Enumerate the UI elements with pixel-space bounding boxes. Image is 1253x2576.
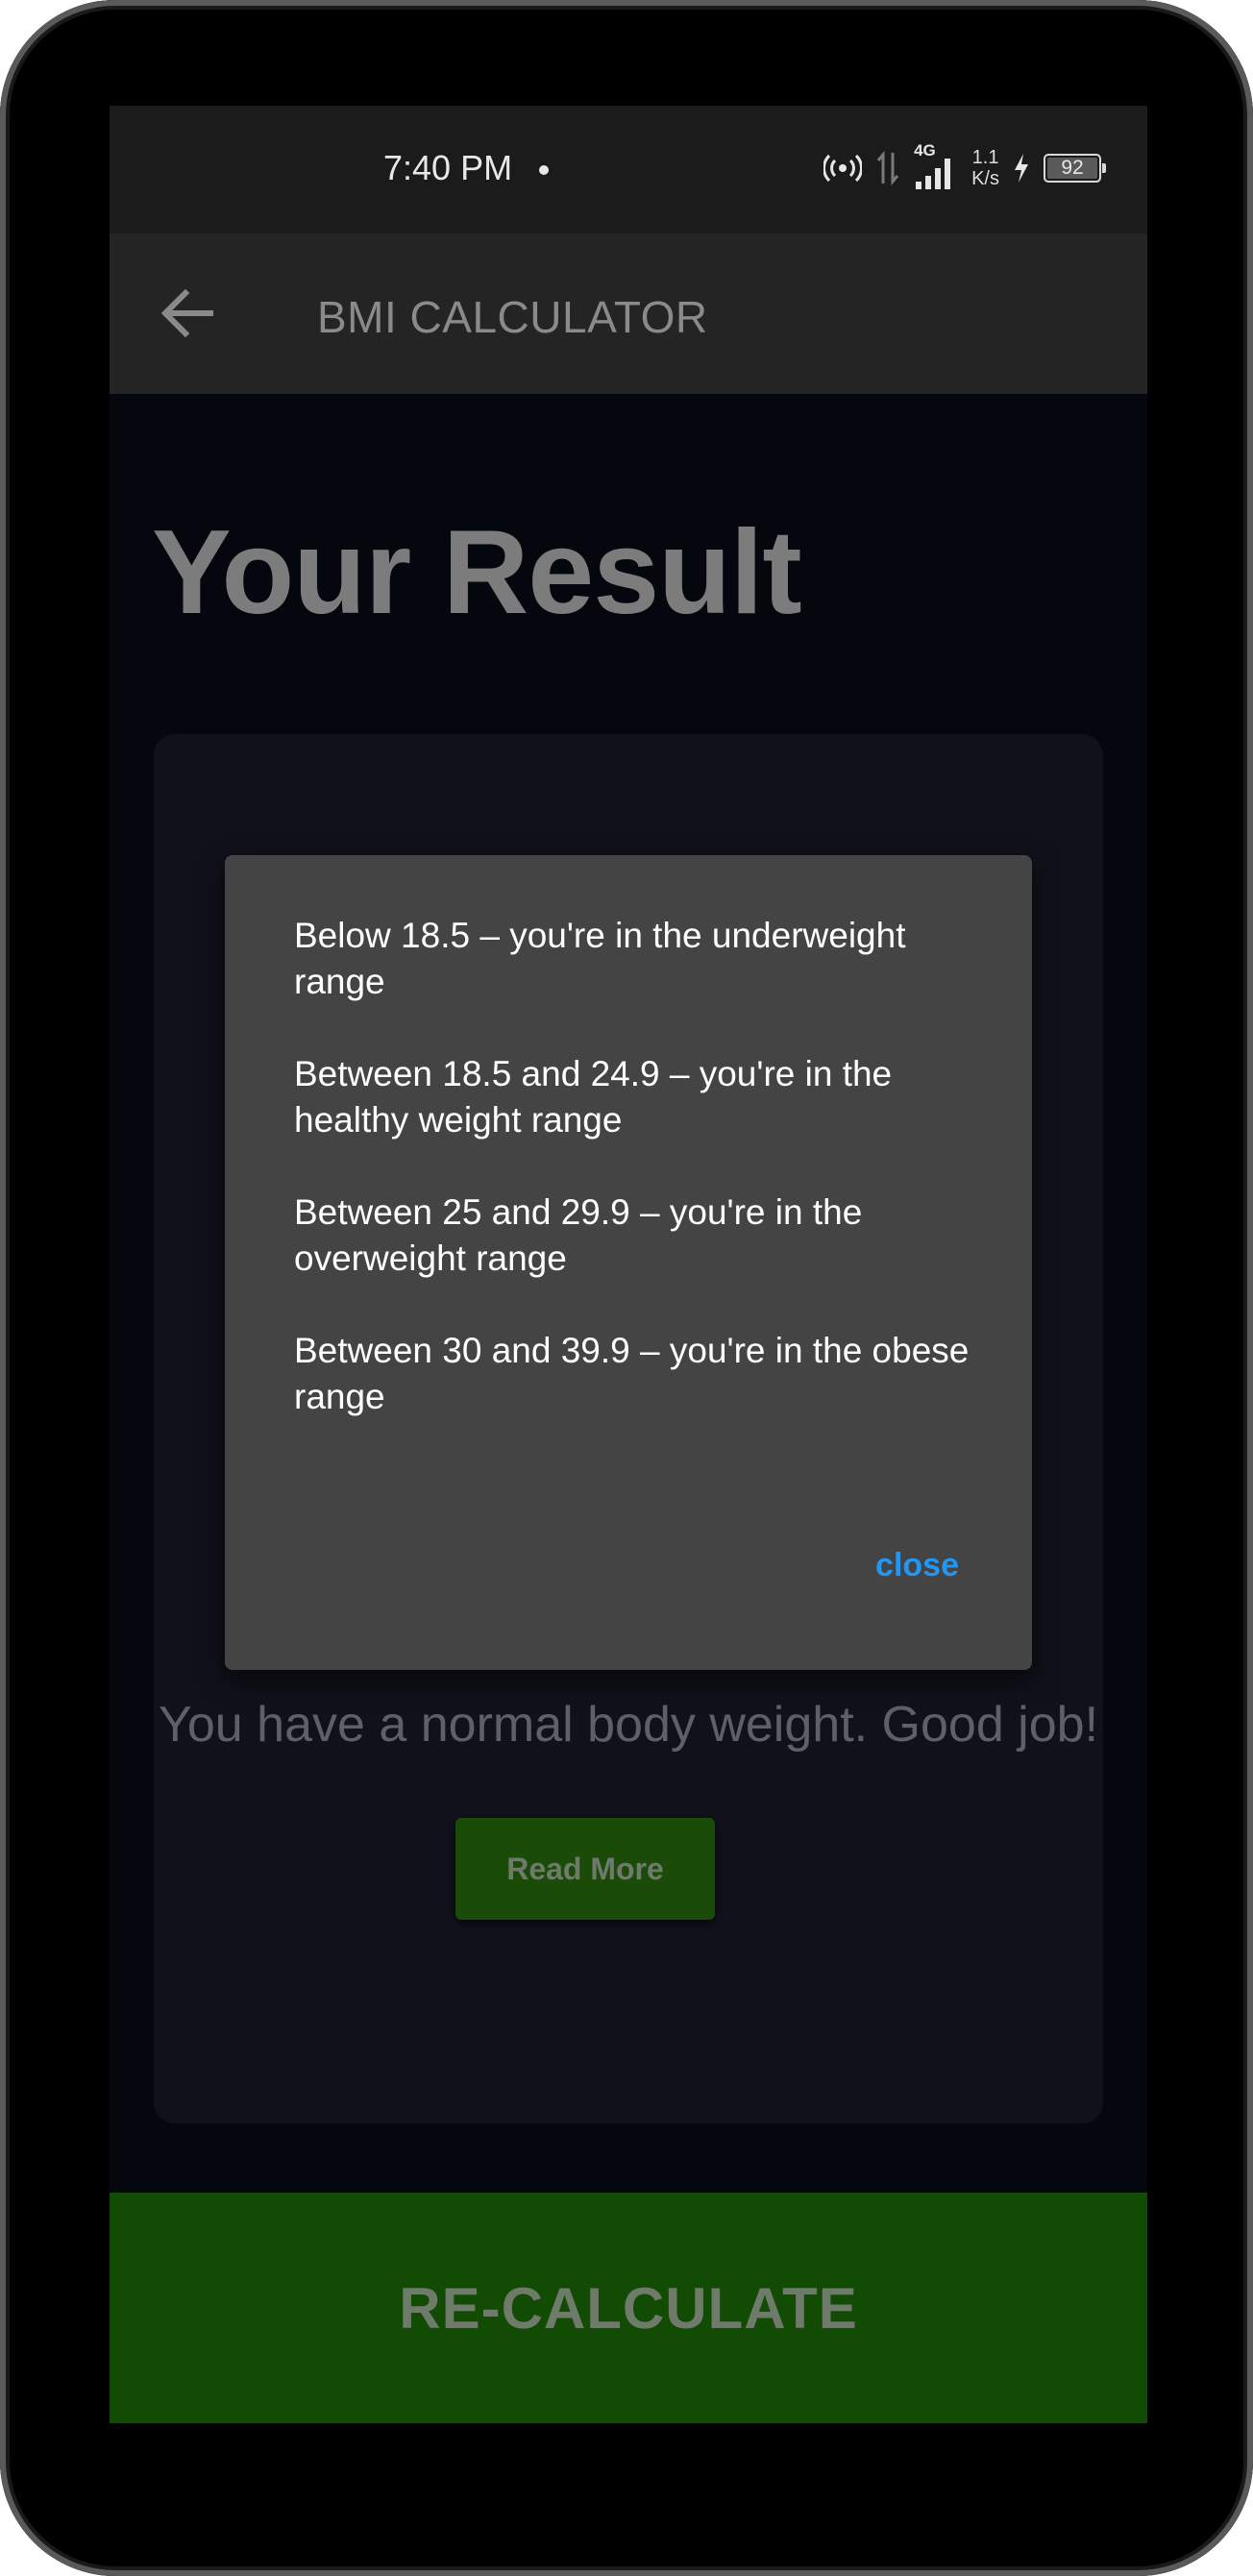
result-message: You have a normal body weight. Good job! bbox=[158, 1697, 1099, 1753]
close-button[interactable]: close bbox=[875, 1547, 959, 1584]
range-item-underweight: Below 18.5 – you're in the underweight r… bbox=[294, 916, 906, 1001]
range-item-overweight: Between 25 and 29.9 – you're in the over… bbox=[294, 1192, 863, 1278]
status-bar: 7:40 PM 4G 1.1 K/s 92 bbox=[110, 106, 1147, 233]
app-bar: BMI CALCULATOR bbox=[110, 233, 1147, 394]
status-icons: 4G 1.1 K/s 92 bbox=[823, 141, 1106, 192]
network-type: 4G bbox=[914, 141, 936, 159]
screen: 7:40 PM 4G 1.1 K/s 92 BMI CALCULATOR You… bbox=[110, 106, 1147, 2423]
signal-icon bbox=[916, 159, 958, 189]
page-title: Your Result bbox=[152, 506, 802, 639]
app-title: BMI CALCULATOR bbox=[317, 292, 708, 342]
back-arrow-icon bbox=[161, 289, 213, 337]
net-speed-value: 1.1 bbox=[971, 147, 999, 168]
battery-level: 92 bbox=[1061, 157, 1084, 179]
net-speed: 1.1 K/s bbox=[971, 147, 999, 189]
battery-icon: 92 bbox=[1044, 154, 1106, 183]
notification-dot bbox=[539, 165, 549, 175]
back-button[interactable] bbox=[156, 282, 219, 345]
status-time: 7:40 PM bbox=[383, 148, 513, 187]
net-speed-unit: K/s bbox=[971, 168, 999, 189]
recalculate-button[interactable]: RE-CALCULATE bbox=[110, 2193, 1147, 2423]
bmi-ranges-dialog: Below 18.5 – you're in the underweight r… bbox=[225, 855, 1032, 1670]
range-item-obese: Between 30 and 39.9 – you're in the obes… bbox=[294, 1331, 970, 1416]
hotspot-icon bbox=[823, 152, 863, 184]
signal-group: 4G bbox=[914, 141, 958, 189]
charging-icon bbox=[1013, 154, 1030, 183]
dialog-body: Below 18.5 – you're in the underweight r… bbox=[294, 913, 986, 1466]
data-transfer-icon bbox=[875, 149, 900, 187]
read-more-button[interactable]: Read More bbox=[455, 1818, 715, 1920]
phone-frame: 7:40 PM 4G 1.1 K/s 92 BMI CALCULATOR You… bbox=[0, 0, 1253, 2576]
range-item-healthy: Between 18.5 and 24.9 – you're in the he… bbox=[294, 1054, 893, 1140]
